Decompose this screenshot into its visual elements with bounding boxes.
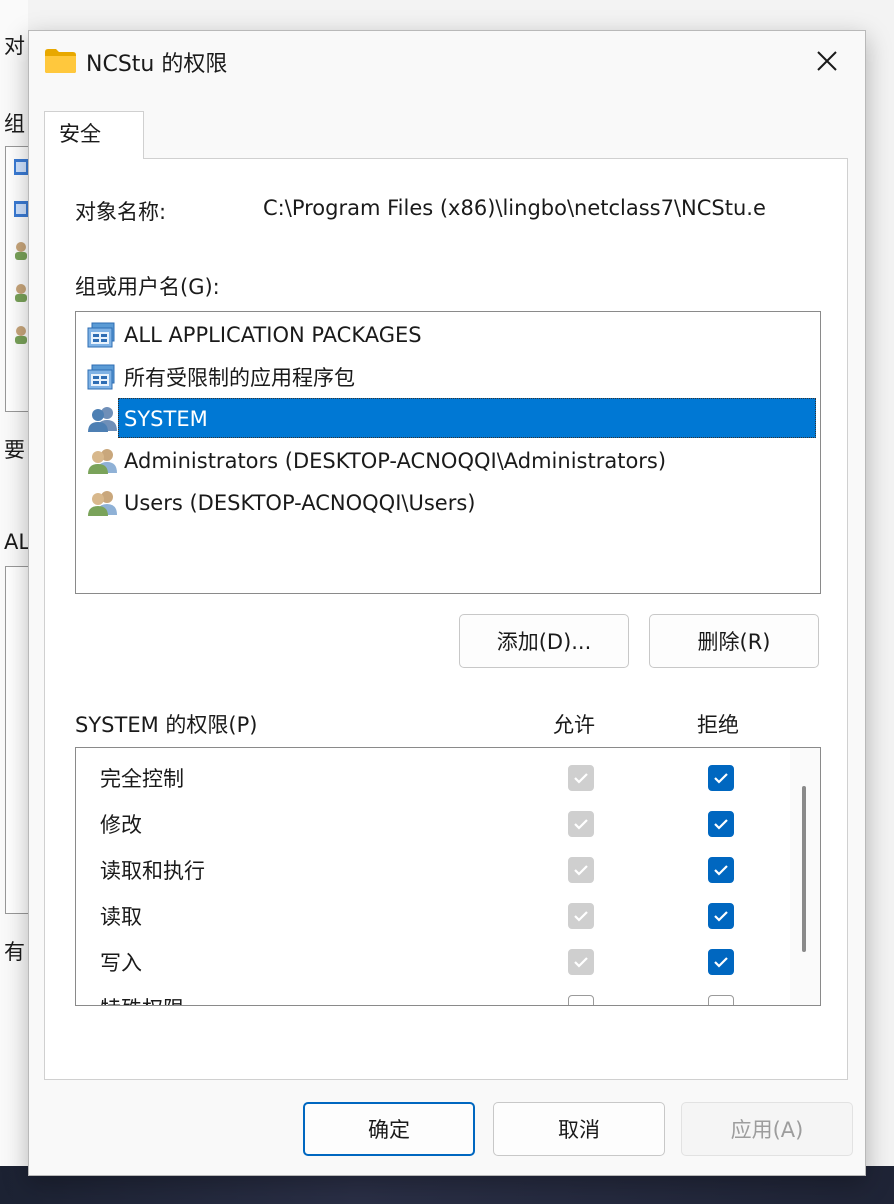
app-package-icon [14, 201, 28, 217]
checkmark-icon [574, 773, 588, 784]
permissions-label: SYSTEM 的权限(P) [75, 713, 258, 737]
scrollbar-thumb[interactable] [802, 786, 806, 952]
cancel-button[interactable]: 取消 [493, 1102, 665, 1156]
selection-highlight [118, 398, 816, 438]
permission-name: 写入 [100, 951, 142, 975]
permission-name: 完全控制 [100, 767, 184, 791]
bg-label: AL [4, 530, 31, 554]
permission-row: 特殊权限 [100, 988, 184, 1005]
bg-label: 要 [4, 438, 25, 462]
permission-name: 修改 [100, 813, 142, 837]
permission-row: 完全控制 [100, 758, 184, 798]
app-package-icon [87, 322, 115, 348]
deny-checkbox[interactable] [708, 857, 734, 883]
user-row[interactable]: ALL APPLICATION PACKAGES [86, 316, 424, 354]
deny-checkbox[interactable] [708, 949, 734, 975]
user-row-selected[interactable]: SYSTEM [86, 400, 210, 438]
users-group-icon [88, 491, 117, 516]
user-name: SYSTEM [122, 403, 210, 435]
close-icon [817, 51, 837, 71]
checkmark-icon [714, 957, 728, 968]
user-icon [15, 284, 27, 302]
user-row[interactable]: 所有受限制的应用程序包 [86, 358, 357, 396]
user-name: Administrators (DESKTOP-ACNOQQI\Administ… [124, 449, 667, 473]
checkmark-icon [574, 957, 588, 968]
user-row[interactable]: Users (DESKTOP-ACNOQQI\Users) [86, 484, 477, 522]
permissions-dialog: NCStu 的权限 安全 对象名称: C:\Program Files (x86… [28, 30, 866, 1176]
deny-checkbox[interactable] [708, 811, 734, 837]
permission-name: 读取 [100, 905, 142, 929]
allow-checkbox[interactable] [568, 995, 594, 1005]
folder-icon [45, 49, 76, 73]
tab-security[interactable]: 安全 [44, 111, 144, 159]
checkmark-icon [714, 911, 728, 922]
bg-list [5, 566, 29, 914]
deny-checkbox[interactable] [708, 995, 734, 1005]
checkmark-icon [574, 819, 588, 830]
allow-checkbox [568, 857, 594, 883]
group-list-label: 组或用户名(G): [75, 275, 220, 299]
app-package-icon [87, 364, 115, 390]
apply-button[interactable]: 应用(A) [681, 1102, 853, 1156]
remove-button[interactable]: 删除(R) [649, 614, 819, 668]
checkmark-icon [574, 865, 588, 876]
object-name-label: 对象名称: [75, 200, 167, 224]
checkmark-icon [714, 865, 728, 876]
checkmark-icon [714, 819, 728, 830]
allow-checkbox [568, 811, 594, 837]
checkmark-icon [574, 911, 588, 922]
permission-name: 特殊权限 [100, 993, 184, 1005]
user-name: Users (DESKTOP-ACNOQQI\Users) [124, 491, 476, 515]
bg-label: 对 [4, 34, 25, 58]
bg-label: 组 [4, 112, 25, 136]
users-group-icon [88, 449, 117, 474]
dialog-title: NCStu 的权限 [86, 52, 228, 77]
permission-row: 读取 [100, 896, 142, 936]
permission-row: 读取和执行 [100, 850, 205, 890]
ok-button[interactable]: 确定 [303, 1102, 475, 1156]
user-icon [15, 242, 27, 260]
permission-name: 读取和执行 [100, 859, 205, 883]
deny-checkbox[interactable] [708, 765, 734, 791]
user-name: 所有受限制的应用程序包 [124, 366, 355, 390]
allow-checkbox [568, 903, 594, 929]
user-row[interactable]: Administrators (DESKTOP-ACNOQQI\Administ… [86, 442, 668, 480]
permission-row: 修改 [100, 804, 142, 844]
bg-list [5, 146, 29, 412]
allow-checkbox [568, 949, 594, 975]
object-name-value: C:\Program Files (x86)\lingbo\netclass7\… [263, 196, 766, 220]
deny-column-header: 拒绝 [697, 713, 739, 737]
allow-checkbox [568, 765, 594, 791]
deny-checkbox[interactable] [708, 903, 734, 929]
user-icon [15, 326, 27, 344]
app-package-icon [14, 159, 28, 175]
permission-row: 写入 [100, 942, 142, 982]
scrollbar[interactable] [790, 748, 820, 1005]
users-group-icon [88, 407, 117, 432]
close-button[interactable] [789, 31, 865, 91]
title-bar: NCStu 的权限 [29, 31, 865, 91]
user-list[interactable]: ALL APPLICATION PACKAGES 所有受限制的应用程序包 SYS… [75, 311, 821, 594]
user-name: ALL APPLICATION PACKAGES [124, 323, 422, 347]
bg-label: 有 [4, 940, 25, 964]
checkmark-icon [714, 773, 728, 784]
permissions-list[interactable]: 完全控制 修改 读取和执行 读取 写入 特殊权限 [75, 747, 821, 1006]
allow-column-header: 允许 [553, 713, 595, 737]
add-button[interactable]: 添加(D)... [459, 614, 629, 668]
